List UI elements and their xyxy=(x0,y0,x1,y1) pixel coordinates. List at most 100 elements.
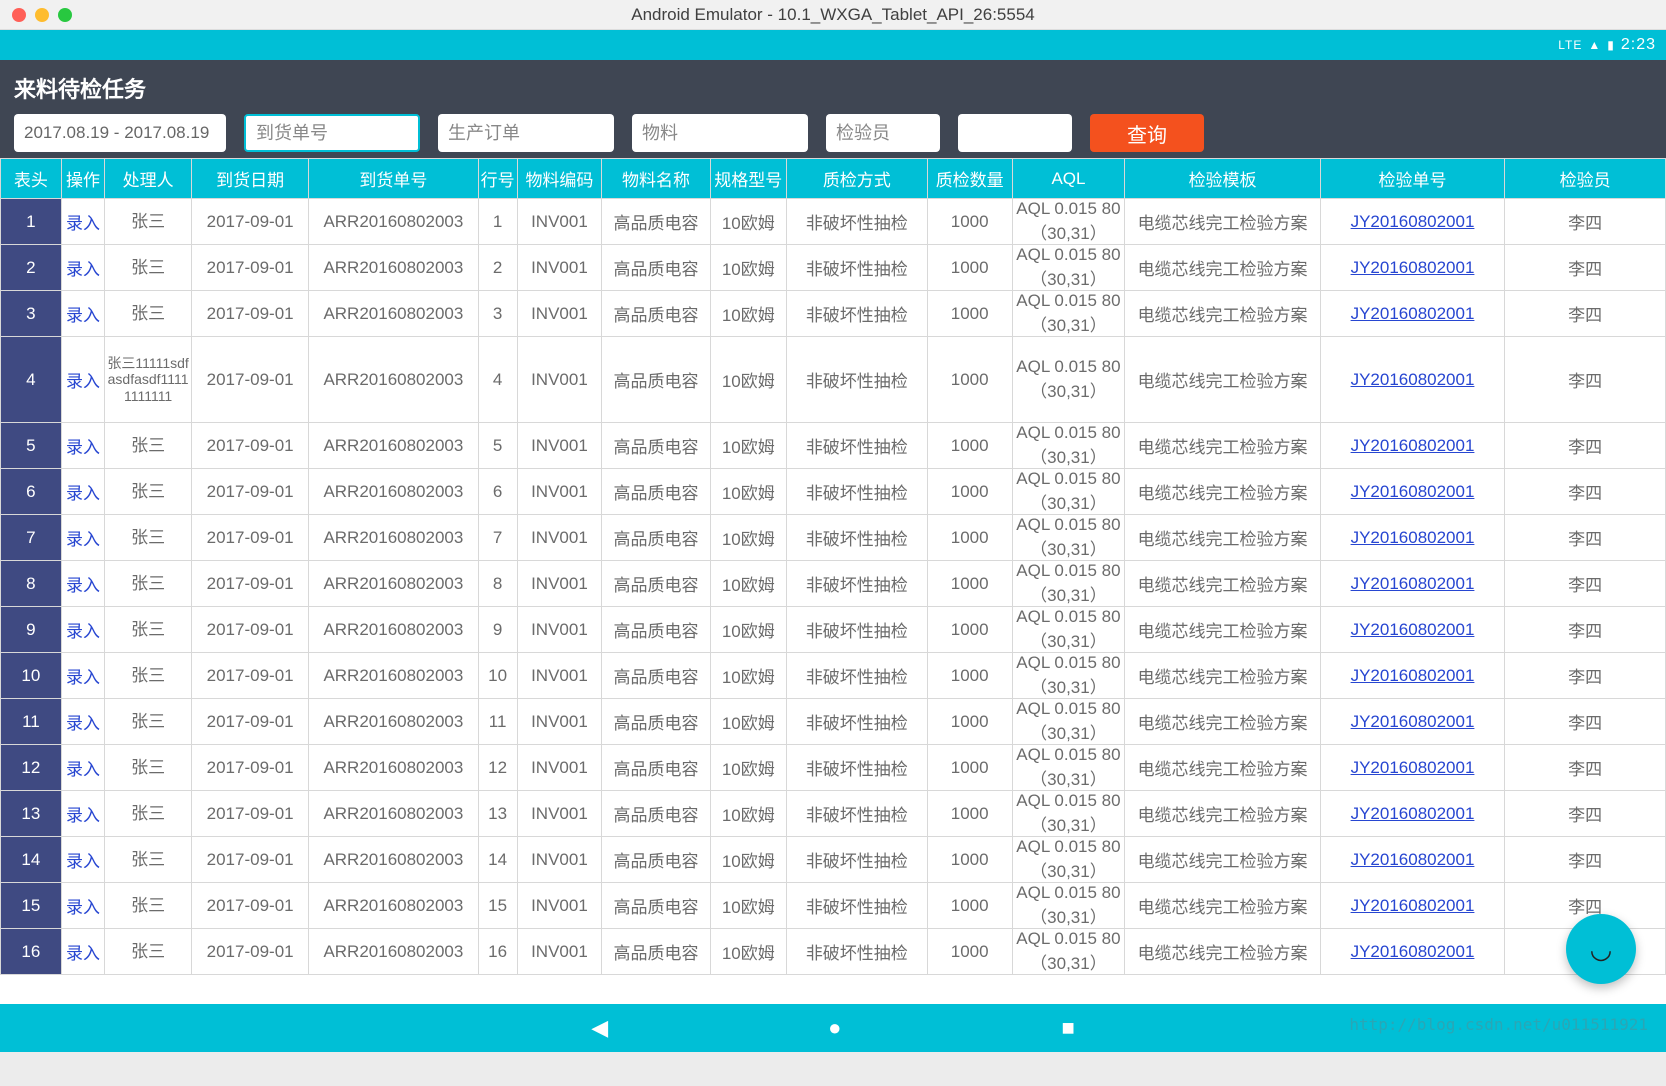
cell-qty: 1000 xyxy=(927,745,1012,791)
table-row[interactable]: 14录入张三2017-09-01ARR2016080200314INV001高品… xyxy=(1,837,1666,883)
cell-index: 4 xyxy=(1,337,62,423)
cell-op[interactable]: 录入 xyxy=(61,883,104,929)
cell-aql: AQL 0.015 80（30,31） xyxy=(1012,883,1125,929)
cell-op[interactable]: 录入 xyxy=(61,699,104,745)
cell-qty: 1000 xyxy=(927,791,1012,837)
th-ino: 检验单号 xyxy=(1320,159,1505,199)
cell-op[interactable]: 录入 xyxy=(61,791,104,837)
cell-tpl: 电缆芯线完工检验方案 xyxy=(1125,699,1320,745)
cell-ino[interactable]: JY20160802001 xyxy=(1320,199,1505,245)
table-row[interactable]: 3录入张三2017-09-01ARR201608020033INV001高品质电… xyxy=(1,291,1666,337)
table-row[interactable]: 2录入张三2017-09-01ARR201608020032INV001高品质电… xyxy=(1,245,1666,291)
table-row[interactable]: 16录入张三2017-09-01ARR2016080200316INV001高品… xyxy=(1,929,1666,975)
cell-op[interactable]: 录入 xyxy=(61,607,104,653)
cell-op[interactable]: 录入 xyxy=(61,515,104,561)
refresh-fab[interactable]: ◡ xyxy=(1566,914,1636,984)
arrival-no-input[interactable] xyxy=(244,114,420,152)
table-row[interactable]: 9录入张三2017-09-01ARR201608020039INV001高品质电… xyxy=(1,607,1666,653)
cell-tpl: 电缆芯线完工检验方案 xyxy=(1125,791,1320,837)
cell-qc: 非破坏性抽检 xyxy=(786,515,927,561)
cell-qty: 1000 xyxy=(927,607,1012,653)
cell-ino[interactable]: JY20160802001 xyxy=(1320,653,1505,699)
cell-handler: 张三 xyxy=(105,469,192,515)
cell-op[interactable]: 录入 xyxy=(61,469,104,515)
cell-ino[interactable]: JY20160802001 xyxy=(1320,607,1505,653)
cell-lineno: 7 xyxy=(478,515,517,561)
table-row[interactable]: 13录入张三2017-09-01ARR2016080200313INV001高品… xyxy=(1,791,1666,837)
extra-input[interactable] xyxy=(958,114,1072,152)
cell-arrno: ARR20160802003 xyxy=(309,929,478,975)
th-lineno: 行号 xyxy=(478,159,517,199)
cell-op[interactable]: 录入 xyxy=(61,337,104,423)
cell-qc: 非破坏性抽检 xyxy=(786,199,927,245)
cell-ino[interactable]: JY20160802001 xyxy=(1320,929,1505,975)
cell-mcode: INV001 xyxy=(517,653,602,699)
cell-qc: 非破坏性抽检 xyxy=(786,837,927,883)
cell-ino[interactable]: JY20160802001 xyxy=(1320,291,1505,337)
cell-qty: 1000 xyxy=(927,883,1012,929)
cell-op[interactable]: 录入 xyxy=(61,423,104,469)
table-row[interactable]: 10录入张三2017-09-01ARR2016080200310INV001高品… xyxy=(1,653,1666,699)
cell-tpl: 电缆芯线完工检验方案 xyxy=(1125,745,1320,791)
cell-op[interactable]: 录入 xyxy=(61,745,104,791)
cell-op[interactable]: 录入 xyxy=(61,653,104,699)
table-row[interactable]: 5录入张三2017-09-01ARR201608020035INV001高品质电… xyxy=(1,423,1666,469)
table-row[interactable]: 1录入张三2017-09-01ARR201608020031INV001高品质电… xyxy=(1,199,1666,245)
cell-op[interactable]: 录入 xyxy=(61,291,104,337)
cell-tpl: 电缆芯线完工检验方案 xyxy=(1125,337,1320,423)
cell-ino[interactable]: JY20160802001 xyxy=(1320,423,1505,469)
inspection-link: JY20160802001 xyxy=(1351,620,1475,639)
cell-ino[interactable]: JY20160802001 xyxy=(1320,883,1505,929)
cell-ino[interactable]: JY20160802001 xyxy=(1320,745,1505,791)
nav-recent-icon[interactable]: ■ xyxy=(1061,1015,1074,1041)
cell-op[interactable]: 录入 xyxy=(61,199,104,245)
cell-mname: 高品质电容 xyxy=(602,199,711,245)
inspector-input[interactable] xyxy=(826,114,940,152)
cell-ino[interactable]: JY20160802001 xyxy=(1320,837,1505,883)
cell-mname: 高品质电容 xyxy=(602,699,711,745)
cell-ino[interactable]: JY20160802001 xyxy=(1320,337,1505,423)
cell-ino[interactable]: JY20160802001 xyxy=(1320,515,1505,561)
cell-mcode: INV001 xyxy=(517,699,602,745)
table-row[interactable]: 6录入张三2017-09-01ARR201608020036INV001高品质电… xyxy=(1,469,1666,515)
table-row[interactable]: 11录入张三2017-09-01ARR2016080200311INV001高品… xyxy=(1,699,1666,745)
cell-date: 2017-09-01 xyxy=(192,791,309,837)
cell-ino[interactable]: JY20160802001 xyxy=(1320,699,1505,745)
cell-lineno: 14 xyxy=(478,837,517,883)
cell-qc: 非破坏性抽检 xyxy=(786,607,927,653)
cell-lineno: 1 xyxy=(478,199,517,245)
cell-op[interactable]: 录入 xyxy=(61,929,104,975)
cell-mname: 高品质电容 xyxy=(602,607,711,653)
material-input[interactable] xyxy=(632,114,808,152)
table-row[interactable]: 15录入张三2017-09-01ARR2016080200315INV001高品… xyxy=(1,883,1666,929)
cell-lineno: 11 xyxy=(478,699,517,745)
cell-index: 9 xyxy=(1,607,62,653)
table-row[interactable]: 12录入张三2017-09-01ARR2016080200312INV001高品… xyxy=(1,745,1666,791)
table-row[interactable]: 8录入张三2017-09-01ARR201608020038INV001高品质电… xyxy=(1,561,1666,607)
cell-op[interactable]: 录入 xyxy=(61,561,104,607)
cell-op[interactable]: 录入 xyxy=(61,245,104,291)
cell-ino[interactable]: JY20160802001 xyxy=(1320,561,1505,607)
table-row[interactable]: 4录入张三11111sdfasdfasdf111111111112017-09-… xyxy=(1,337,1666,423)
nav-back-icon[interactable]: ◀ xyxy=(591,1015,608,1041)
cell-ins: 李四 xyxy=(1505,291,1666,337)
query-button[interactable]: 查询 xyxy=(1090,114,1204,152)
cell-date: 2017-09-01 xyxy=(192,699,309,745)
production-order-input[interactable] xyxy=(438,114,614,152)
inspection-link: JY20160802001 xyxy=(1351,436,1475,455)
cell-op[interactable]: 录入 xyxy=(61,837,104,883)
cell-lineno: 6 xyxy=(478,469,517,515)
inspection-link: JY20160802001 xyxy=(1351,896,1475,915)
cell-arrno: ARR20160802003 xyxy=(309,561,478,607)
table-row[interactable]: 7录入张三2017-09-01ARR201608020037INV001高品质电… xyxy=(1,515,1666,561)
nav-home-icon[interactable]: ● xyxy=(828,1015,841,1041)
lte-icon: LTE xyxy=(1558,38,1582,52)
date-range-input[interactable] xyxy=(14,114,226,152)
cell-ino[interactable]: JY20160802001 xyxy=(1320,791,1505,837)
cell-handler: 张三 xyxy=(105,423,192,469)
cell-arrno: ARR20160802003 xyxy=(309,291,478,337)
cell-ino[interactable]: JY20160802001 xyxy=(1320,469,1505,515)
cell-mname: 高品质电容 xyxy=(602,837,711,883)
cell-handler: 张三 xyxy=(105,883,192,929)
cell-ino[interactable]: JY20160802001 xyxy=(1320,245,1505,291)
